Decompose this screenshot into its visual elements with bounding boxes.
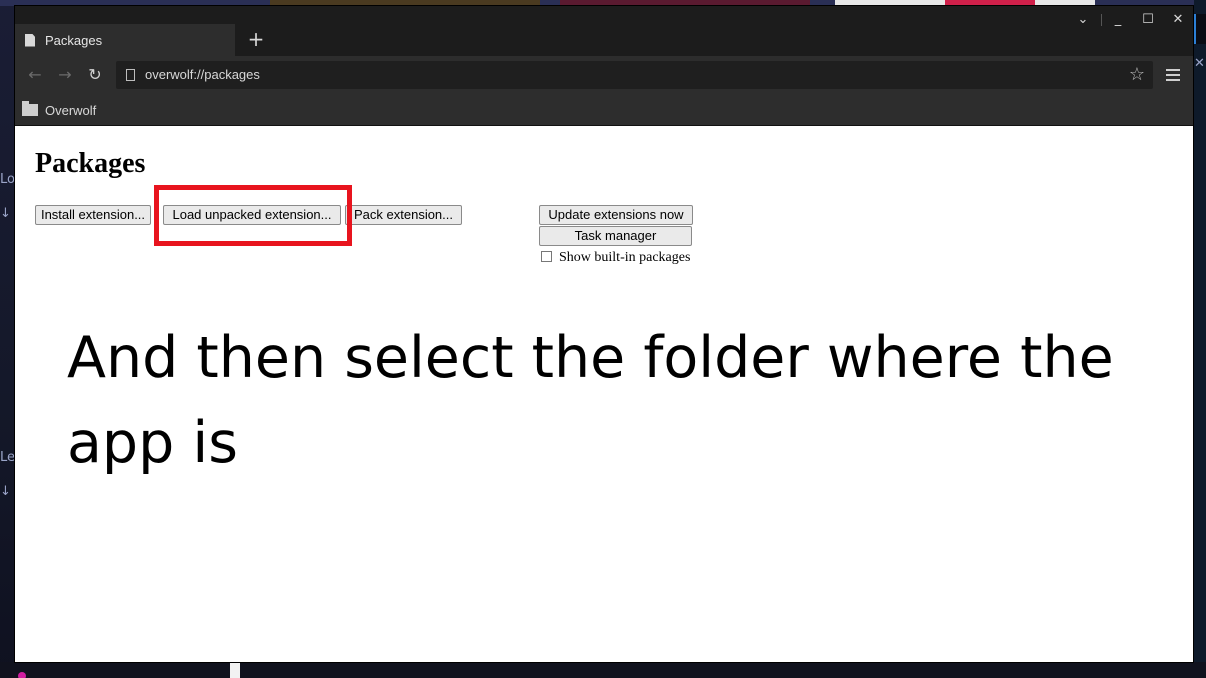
controls-divider [1101,14,1102,26]
checkbox-box[interactable] [541,251,552,262]
tab-label: Packages [45,32,103,48]
desktop-side-text: Le [0,450,16,465]
minimize-button[interactable]: _ [1106,10,1130,32]
back-button[interactable]: ← [24,64,46,86]
update-extensions-button[interactable]: Update extensions now [539,205,693,225]
new-tab-button[interactable]: + [245,28,267,50]
task-manager-button[interactable]: Task manager [539,226,692,246]
desktop-side-text: Lo [0,172,15,187]
desktop-side-arrow: ↓ [0,206,11,221]
desktop-panel [1194,14,1206,44]
reload-button[interactable]: ↻ [84,64,106,86]
star-icon[interactable]: ☆ [1125,63,1149,87]
checkbox-label: Show built-in packages [559,250,691,265]
chevron-down-icon[interactable]: ⌄ [1071,10,1095,32]
highlight-box [154,185,352,246]
menu-button[interactable] [1162,64,1184,86]
address-bar[interactable]: overwolf://packages ☆ [116,61,1153,89]
pack-extension-button[interactable]: Pack extension... [345,205,462,225]
taskbar-app-icon[interactable] [18,672,26,678]
address-input[interactable]: overwolf://packages [145,61,1045,89]
bookmark-label: Overwolf [45,102,97,118]
tab-bar: Packages + ⌄ _ ☐ ✕ [15,6,1193,56]
folder-icon [22,101,38,116]
taskbar [0,662,1206,678]
install-extension-button[interactable]: Install extension... [35,205,151,225]
page-icon [126,69,135,81]
bookmark-folder-overwolf[interactable]: Overwolf [22,100,96,120]
desktop-side-arrow: ↓ [0,484,11,499]
forward-button[interactable]: → [54,64,76,86]
tab-packages[interactable]: Packages [15,24,235,56]
bookmarks-bar: Overwolf [15,94,1193,126]
document-icon [25,33,35,47]
show-builtin-packages-checkbox[interactable]: Show built-in packages [541,250,690,266]
close-button[interactable]: ✕ [1166,10,1190,32]
maximize-button[interactable]: ☐ [1136,10,1160,32]
desktop-close-icon[interactable]: ✕ [1194,56,1205,71]
page-content: Packages Install extension... Load unpac… [15,126,1193,662]
taskbar-window-edge [230,662,240,678]
page-title: Packages [35,148,146,179]
hamburger-icon [1166,69,1180,71]
browser-window: Packages + ⌄ _ ☐ ✕ ← → ↻ overwolf://pack… [15,6,1193,662]
toolbar: ← → ↻ overwolf://packages ☆ [15,56,1193,94]
desktop-right-strip: ✕ [1194,0,1206,678]
tutorial-caption: And then select the folder where the app… [67,325,1114,476]
